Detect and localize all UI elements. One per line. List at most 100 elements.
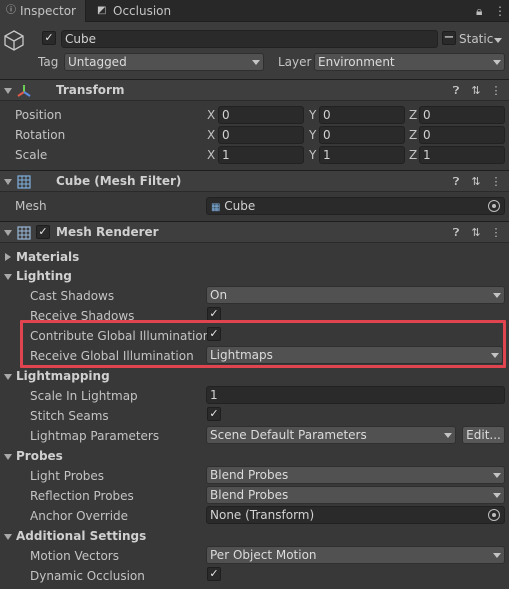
rotation-z-field[interactable]: 0: [419, 126, 505, 144]
layer-dropdown[interactable]: Environment: [314, 53, 505, 71]
static-label: Static: [459, 32, 494, 46]
axis-x-label: X: [207, 128, 216, 142]
transform-title: Transform: [56, 83, 125, 97]
preset-icon[interactable]: ⇅: [470, 226, 482, 239]
lightmap-params-label: Lightmap Parameters: [30, 429, 160, 443]
lighting-foldout[interactable]: Lighting: [16, 269, 72, 283]
dynamic-occlusion-label: Dynamic Occlusion: [30, 569, 145, 583]
preset-icon[interactable]: ⇅: [470, 175, 482, 188]
probes-foldout[interactable]: Probes: [16, 449, 63, 463]
tag-dropdown[interactable]: Untagged: [64, 53, 264, 71]
axis-y-label: Y: [309, 108, 317, 122]
mesh-renderer-icon: [17, 226, 31, 240]
lightmap-params-dropdown[interactable]: Scene Default Parameters: [206, 426, 456, 444]
chevron-down-icon: [493, 293, 501, 298]
motion-vectors-value: Per Object Motion: [210, 548, 317, 562]
rotation-x-field[interactable]: 0: [218, 126, 304, 144]
mesh-renderer-enabled-checkbox[interactable]: ✓: [36, 225, 50, 239]
position-x-field[interactable]: 0: [218, 106, 304, 124]
mesh-object-field[interactable]: ▦ Cube: [206, 197, 505, 215]
static-checkbox[interactable]: −: [442, 31, 456, 45]
axis-z-label: Z: [409, 128, 418, 142]
reflection-probes-label: Reflection Probes: [30, 489, 134, 503]
foldout-arrow-icon[interactable]: [4, 230, 12, 236]
foldout-arrow-icon[interactable]: [5, 253, 11, 261]
mesh-renderer-header[interactable]: ✓ Mesh Renderer ❓︎ ⇅ ⋮: [0, 221, 509, 243]
object-picker-icon[interactable]: [488, 509, 500, 521]
position-z-field[interactable]: 0: [419, 106, 505, 124]
foldout-arrow-icon[interactable]: [4, 274, 12, 280]
foldout-arrow-icon[interactable]: [4, 179, 12, 185]
foldout-arrow-icon[interactable]: [4, 88, 12, 94]
object-picker-icon[interactable]: [488, 200, 500, 212]
axis-x-label: X: [207, 108, 216, 122]
tag-label: Tag: [38, 55, 59, 69]
tag-value: Untagged: [68, 55, 127, 69]
highlight-box: [20, 320, 506, 368]
chevron-down-icon: [493, 60, 501, 65]
tab-occlusion-label: Occlusion: [113, 4, 172, 18]
chevron-down-icon: [493, 473, 501, 478]
help-icon[interactable]: ❓︎: [450, 84, 462, 98]
occlusion-icon: ◩: [97, 5, 107, 16]
lock-icon[interactable]: 🔒︎: [476, 0, 482, 22]
scale-lightmap-field[interactable]: 1: [206, 386, 505, 404]
chevron-down-icon: [444, 433, 452, 438]
chevron-down-icon: [493, 493, 501, 498]
axis-x-label: X: [207, 148, 216, 162]
mesh-label: Mesh: [15, 199, 47, 213]
dynamic-occlusion-checkbox[interactable]: ✓: [207, 567, 221, 581]
foldout-arrow-icon[interactable]: [4, 374, 12, 380]
object-name-field[interactable]: Cube: [61, 30, 438, 48]
cast-shadows-dropdown[interactable]: On: [206, 286, 505, 304]
reflection-probes-value: Blend Probes: [210, 488, 289, 502]
layer-label: Layer: [278, 55, 312, 69]
kebab-menu-icon[interactable]: ⋮: [490, 84, 502, 97]
rotation-y-field[interactable]: 0: [319, 126, 405, 144]
mesh-filter-icon: [17, 175, 31, 189]
receive-shadows-checkbox[interactable]: ✓: [207, 307, 221, 321]
transform-icon: [16, 83, 32, 99]
object-active-checkbox[interactable]: ✓: [42, 31, 56, 45]
help-icon[interactable]: ❓︎: [450, 175, 462, 189]
foldout-arrow-icon[interactable]: [4, 534, 12, 540]
lightmap-params-value: Scene Default Parameters: [210, 428, 367, 442]
additional-settings-foldout[interactable]: Additional Settings: [16, 529, 146, 543]
rotation-label: Rotation: [15, 128, 66, 142]
cast-shadows-label: Cast Shadows: [30, 289, 115, 303]
axis-z-label: Z: [409, 148, 418, 162]
scale-x-field[interactable]: 1: [218, 146, 304, 164]
light-probes-dropdown[interactable]: Blend Probes: [206, 466, 505, 484]
motion-vectors-dropdown[interactable]: Per Object Motion: [206, 546, 505, 564]
mesh-filter-header[interactable]: Cube (Mesh Filter) ❓︎ ⇅ ⋮: [0, 170, 509, 192]
mesh-filter-title: Cube (Mesh Filter): [56, 174, 182, 188]
stitch-seams-checkbox[interactable]: ✓: [207, 407, 221, 421]
tab-inspector[interactable]: ⓘ Inspector: [0, 0, 86, 22]
reflection-probes-dropdown[interactable]: Blend Probes: [206, 486, 505, 504]
tab-inspector-label: Inspector: [20, 4, 76, 18]
kebab-menu-icon[interactable]: ⋮: [490, 226, 502, 239]
light-probes-label: Light Probes: [30, 469, 105, 483]
transform-header[interactable]: Transform ❓︎ ⇅ ⋮: [0, 79, 509, 101]
chevron-down-icon: [252, 60, 260, 65]
kebab-menu-icon[interactable]: ⋮: [490, 175, 502, 188]
layer-value: Environment: [318, 55, 395, 69]
static-dropdown-arrow[interactable]: [494, 38, 502, 43]
help-icon[interactable]: ❓︎: [450, 226, 462, 240]
anchor-override-field[interactable]: None (Transform): [206, 506, 505, 524]
position-y-field[interactable]: 0: [319, 106, 405, 124]
axis-y-label: Y: [309, 128, 317, 142]
anchor-override-label: Anchor Override: [30, 509, 129, 523]
tab-occlusion[interactable]: ◩ Occlusion: [97, 0, 187, 22]
mesh-icon: ▦: [211, 202, 221, 213]
scale-label: Scale: [15, 148, 48, 162]
mesh-value: Cube: [224, 199, 256, 213]
lightmapping-foldout[interactable]: Lightmapping: [16, 369, 110, 383]
kebab-menu-icon[interactable]: ⋮: [494, 0, 506, 22]
materials-foldout[interactable]: Materials: [16, 250, 79, 264]
scale-y-field[interactable]: 1: [319, 146, 405, 164]
edit-lightmap-params-button[interactable]: Edit...: [462, 426, 505, 444]
preset-icon[interactable]: ⇅: [470, 84, 482, 97]
foldout-arrow-icon[interactable]: [4, 454, 12, 460]
scale-z-field[interactable]: 1: [419, 146, 505, 164]
